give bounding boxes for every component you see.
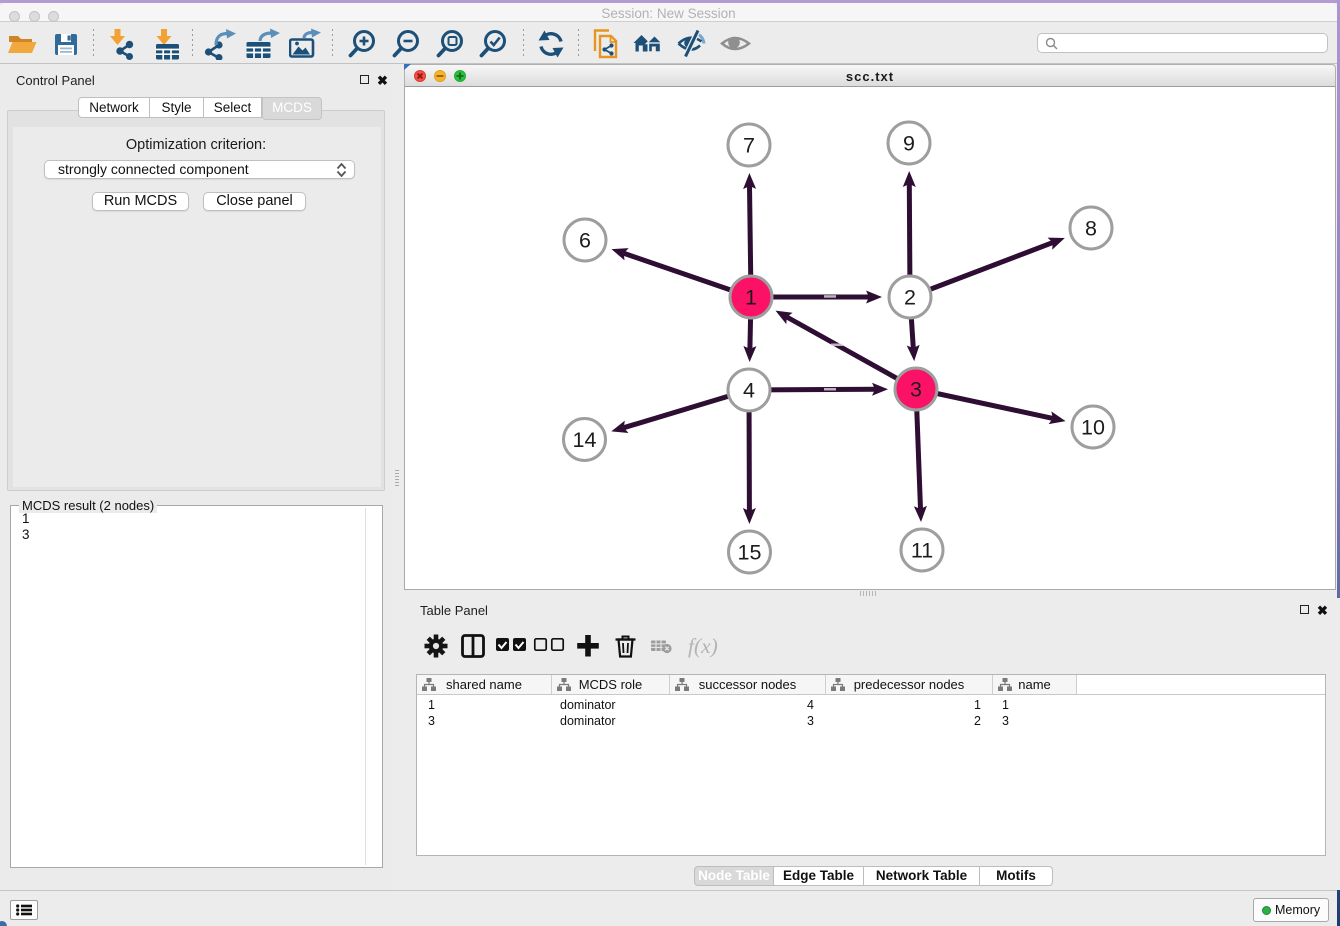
svg-text:f(x): f(x) [688,634,718,658]
svg-text:10: 10 [1081,416,1105,440]
svg-text:9: 9 [903,132,915,156]
svg-text:11: 11 [911,539,933,563]
svg-text:4: 4 [743,379,755,403]
svg-text:8: 8 [1085,217,1097,241]
svg-text:1: 1 [745,286,757,310]
svg-text:7: 7 [743,134,755,158]
svg-text:15: 15 [738,541,762,565]
svg-text:6: 6 [579,229,591,253]
svg-text:14: 14 [573,428,597,452]
svg-text:3: 3 [910,378,922,402]
svg-text:2: 2 [904,286,916,310]
